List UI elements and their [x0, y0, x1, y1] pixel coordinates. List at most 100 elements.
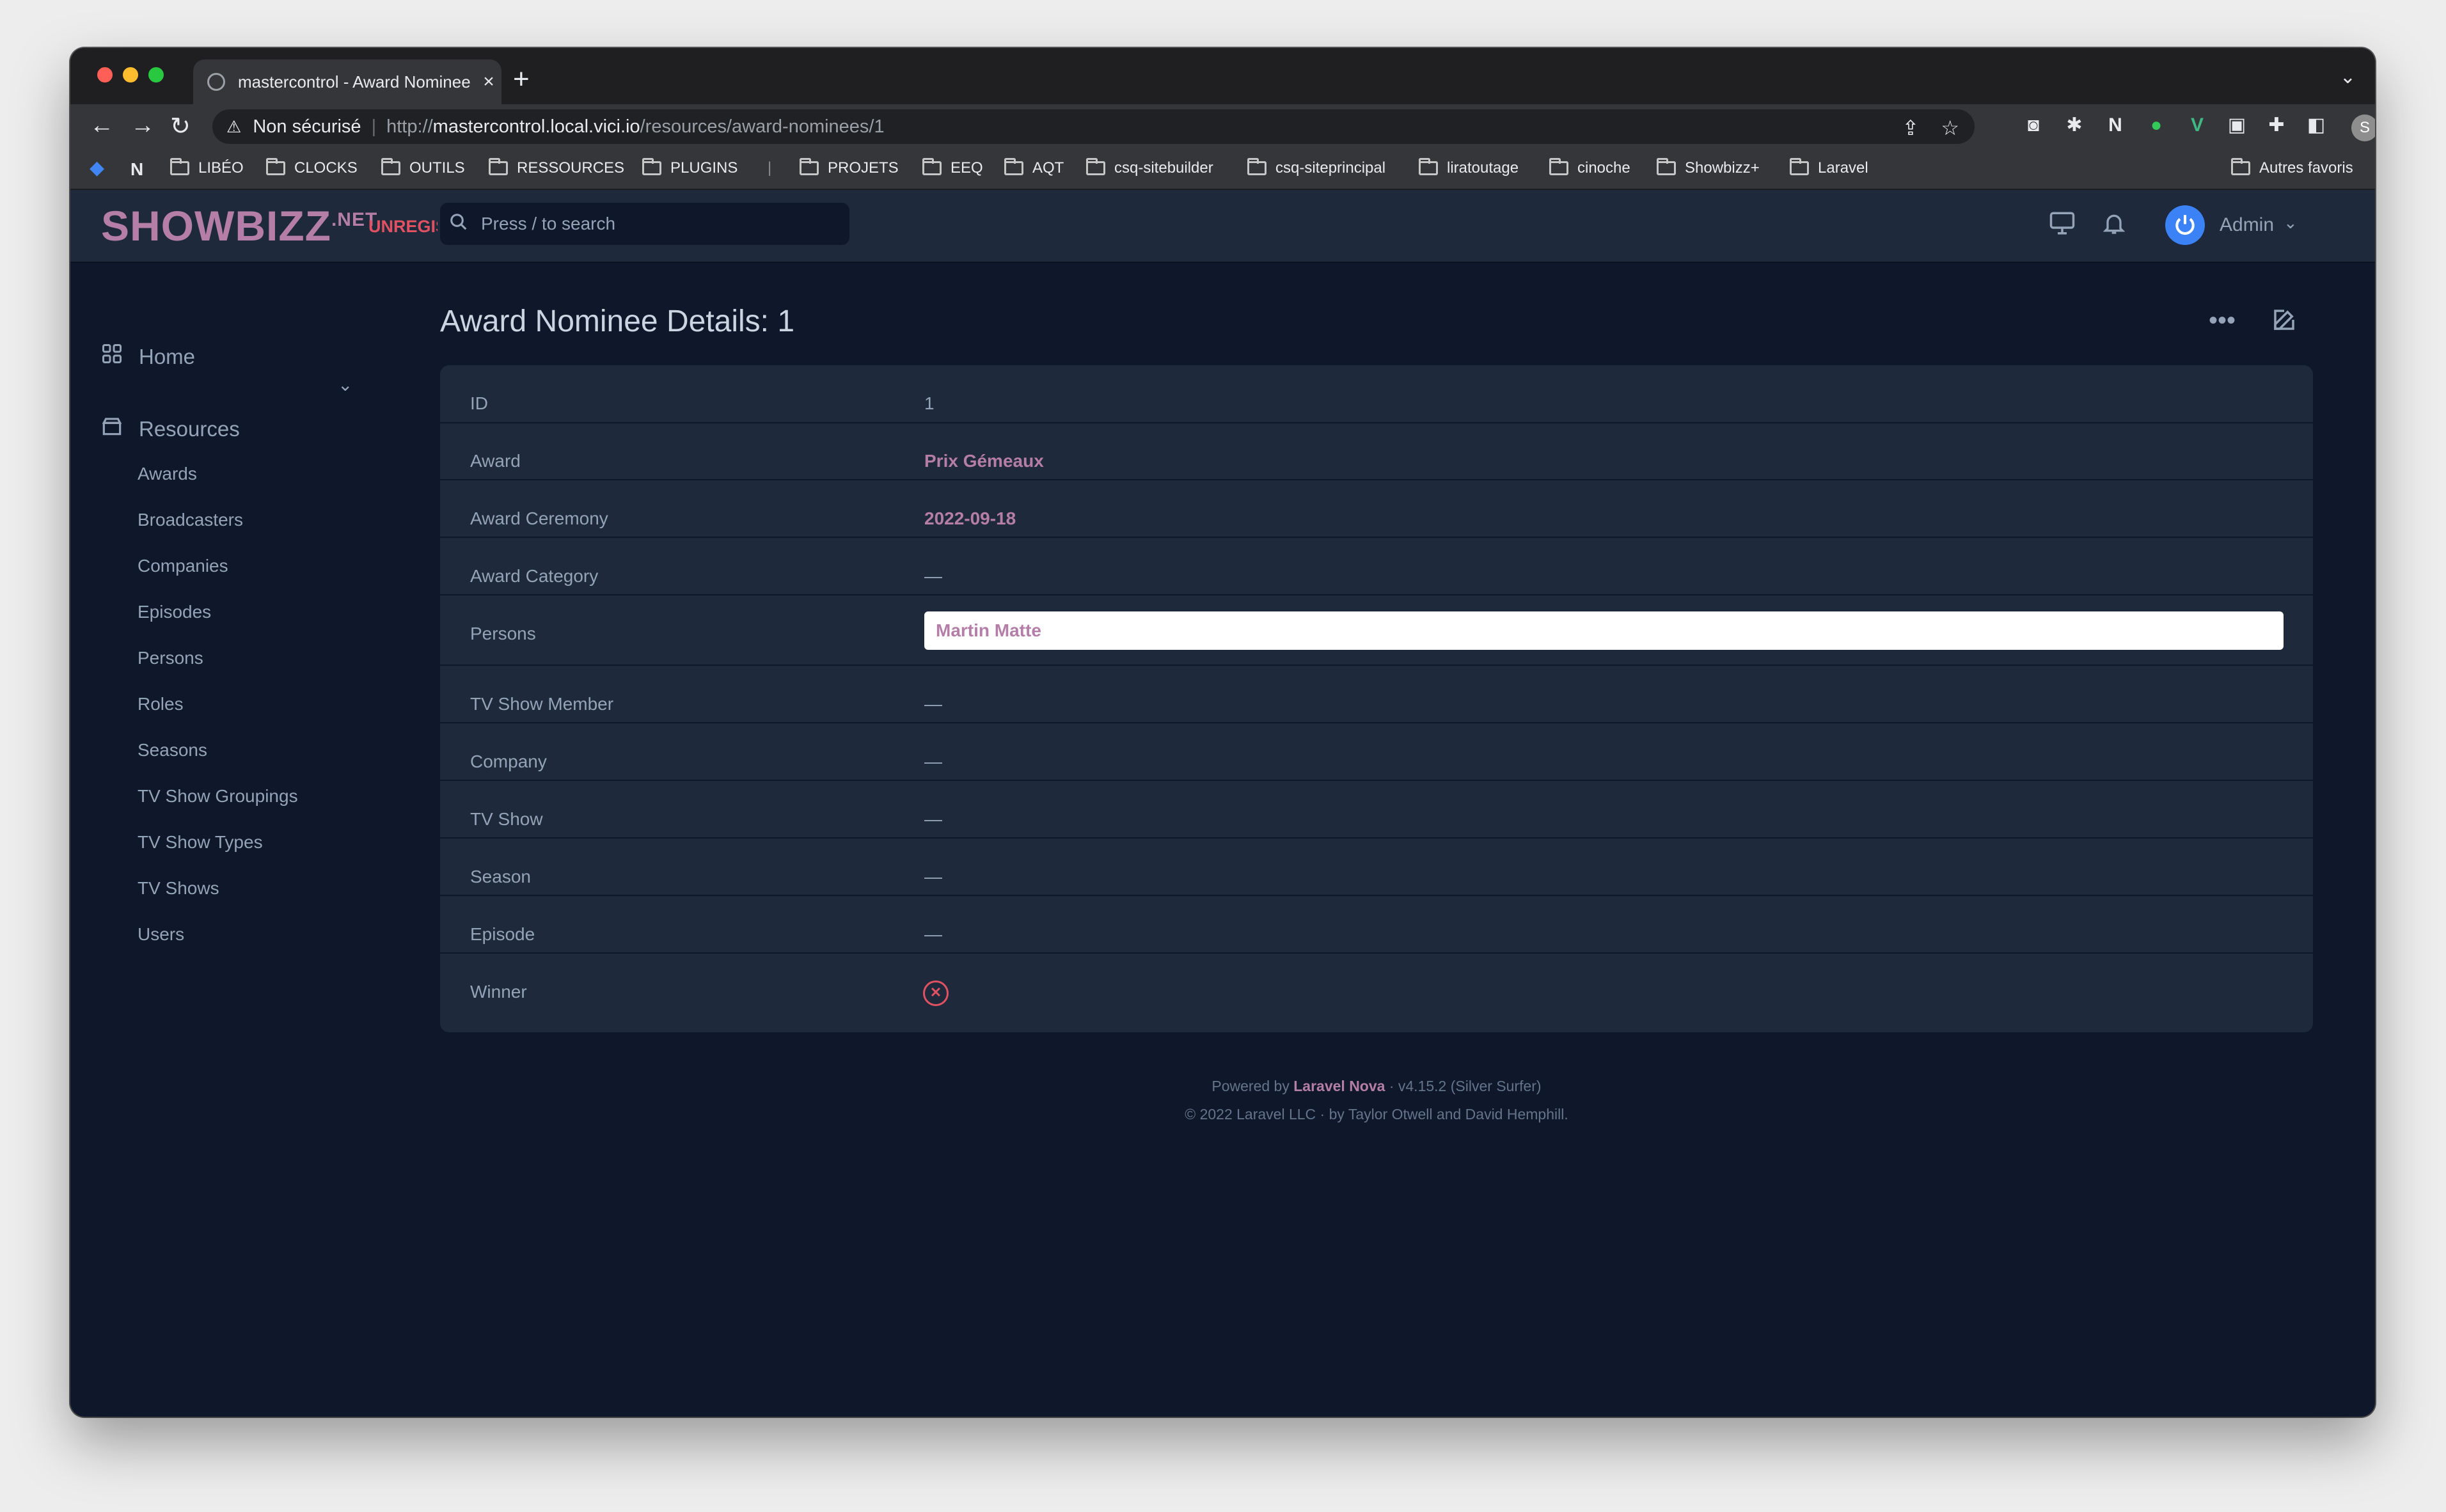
- sidebar: Home Resources ⌄ Awards Broadcasters Com…: [70, 263, 429, 1417]
- field-value: —: [924, 694, 942, 714]
- new-tab-button[interactable]: +: [513, 63, 530, 95]
- bookmark-ressources[interactable]: RESSOURCES: [489, 158, 625, 177]
- footer-powered-by: Powered by Laravel Nova · v4.15.2 (Silve…: [440, 1078, 2313, 1095]
- vue-extension-icon[interactable]: V: [2185, 113, 2209, 138]
- notion-extension-icon[interactable]: N: [2103, 113, 2127, 138]
- omnibox-actions: ⇪ ☆: [1902, 116, 1960, 140]
- chevron-down-icon[interactable]: ⌄: [338, 374, 352, 395]
- award-ceremony-link[interactable]: 2022-09-18: [924, 508, 1016, 529]
- folder-icon: [2231, 158, 2250, 175]
- minimize-window-button[interactable]: [123, 67, 138, 83]
- unregistered-badge: UNREGISTERED: [368, 217, 438, 236]
- notion-bookmark-icon[interactable]: N: [130, 159, 143, 180]
- award-link[interactable]: Prix Gémeaux: [924, 451, 1044, 471]
- bookmark-label: EEQ: [951, 159, 983, 177]
- url-scheme: http://: [386, 116, 433, 137]
- field-value: —: [924, 566, 942, 586]
- logo-text: SHOWBIZZ: [101, 202, 331, 249]
- side-panel-icon[interactable]: ◧: [2304, 113, 2328, 138]
- bookmark-label: RESSOURCES: [517, 159, 625, 177]
- bookmark-csq-siteprincipal[interactable]: csq-siteprincipal: [1247, 158, 1385, 177]
- field-label: Winner: [470, 982, 527, 1002]
- laravel-nova-link[interactable]: Laravel Nova: [1293, 1078, 1385, 1094]
- sidebar-item-tv-shows[interactable]: TV Shows: [138, 878, 219, 899]
- folder-icon: [381, 158, 400, 175]
- more-actions-icon[interactable]: •••: [2209, 306, 2236, 335]
- close-tab-icon[interactable]: ×: [476, 71, 501, 93]
- camera-extension-icon[interactable]: ◙: [2021, 113, 2046, 138]
- global-search[interactable]: Press / to search: [440, 203, 849, 245]
- green-extension-icon[interactable]: ●: [2144, 113, 2168, 138]
- sidebar-item-companies[interactable]: Companies: [138, 556, 228, 576]
- forward-icon[interactable]: →: [130, 112, 155, 139]
- field-value: 1: [924, 393, 935, 413]
- profile-avatar[interactable]: S: [2351, 114, 2375, 141]
- blue-diamond-bookmark-icon[interactable]: ◆: [90, 157, 104, 179]
- sidebar-item-awards[interactable]: Awards: [138, 464, 197, 484]
- window-extension-icon[interactable]: ▣: [2225, 113, 2249, 138]
- sidebar-item-tv-show-groupings[interactable]: TV Show Groupings: [138, 786, 298, 807]
- detail-row-tv-show-member: TV Show Member —: [440, 666, 2313, 723]
- browser-tab[interactable]: mastercontrol - Award Nominee Details: 1…: [193, 59, 501, 104]
- gear-extension-icon[interactable]: ✱: [2062, 113, 2087, 138]
- bookmark-label: Laravel: [1818, 159, 1868, 177]
- sidebar-item-tv-show-types[interactable]: TV Show Types: [138, 832, 263, 853]
- bookmark-cinoche[interactable]: cinoche: [1549, 158, 1630, 177]
- sidebar-item-episodes[interactable]: Episodes: [138, 602, 211, 622]
- bookmark-outils[interactable]: OUTILS: [381, 158, 465, 177]
- bookmark-other-favorites[interactable]: Autres favoris: [2231, 158, 2353, 177]
- sidebar-item-label: Home: [139, 344, 196, 368]
- bookmark-label: Autres favoris: [2259, 159, 2353, 177]
- bookmark-aqt[interactable]: AQT: [1004, 158, 1064, 177]
- folder-icon: [922, 158, 942, 175]
- back-icon[interactable]: ←: [90, 112, 114, 139]
- bookmark-eeq[interactable]: EEQ: [922, 158, 983, 177]
- bookmark-star-icon[interactable]: ☆: [1941, 116, 1959, 140]
- address-bar[interactable]: ⚠ Non sécurisé | http:// mastercontrol.l…: [212, 109, 1975, 144]
- folder-icon: [1086, 158, 1105, 175]
- app-logo[interactable]: SHOWBIZZ.NET: [101, 201, 377, 250]
- chevron-down-icon[interactable]: ⌄: [2284, 213, 2298, 233]
- close-window-button[interactable]: [97, 67, 113, 83]
- bookmark-projets[interactable]: PROJETS: [800, 158, 899, 177]
- reload-icon[interactable]: ↻: [170, 112, 191, 141]
- sidebar-item-roles[interactable]: Roles: [138, 694, 184, 714]
- bookmark-separator: |: [768, 159, 772, 177]
- sidebar-item-home[interactable]: Home: [99, 342, 195, 371]
- field-label: Season: [470, 867, 531, 886]
- sidebar-item-persons[interactable]: Persons: [138, 648, 203, 668]
- sidebar-item-broadcasters[interactable]: Broadcasters: [138, 510, 243, 530]
- bookmark-liratoutage[interactable]: liratoutage: [1419, 158, 1519, 177]
- person-link[interactable]: Martin Matte: [936, 620, 1041, 640]
- bookmark-laravel[interactable]: Laravel: [1790, 158, 1868, 177]
- share-icon[interactable]: ⇪: [1902, 116, 1920, 140]
- sidebar-group-resources[interactable]: Resources: [99, 414, 240, 444]
- footer-copyright: © 2022 Laravel LLC · by Taylor Otwell an…: [1185, 1106, 1568, 1122]
- puzzle-extensions-icon[interactable]: ✚: [2264, 113, 2289, 138]
- power-avatar-icon[interactable]: [2165, 205, 2205, 245]
- field-label: Award Ceremony: [470, 508, 608, 528]
- sidebar-item-seasons[interactable]: Seasons: [138, 740, 207, 760]
- zoom-window-button[interactable]: [148, 67, 164, 83]
- bookmark-csq-sitebuilder[interactable]: csq-sitebuilder: [1086, 158, 1213, 177]
- detail-row-episode: Episode —: [440, 896, 2313, 954]
- url-host: mastercontrol.local.vici.io: [432, 116, 640, 137]
- bell-icon[interactable]: [2101, 210, 2127, 242]
- search-placeholder: Press / to search: [481, 214, 616, 233]
- detail-row-season: Season —: [440, 839, 2313, 896]
- monitor-icon[interactable]: [2049, 210, 2076, 242]
- tab-search-chevron-icon[interactable]: ⌄: [2340, 66, 2356, 88]
- bookmark-showbizz-plus[interactable]: Showbizz+: [1657, 158, 1760, 177]
- bookmark-libeo[interactable]: LIBÉO: [170, 158, 244, 177]
- user-menu-label[interactable]: Admin: [2220, 214, 2274, 236]
- bookmark-label: liratoutage: [1447, 159, 1519, 177]
- edit-icon[interactable]: [2271, 306, 2298, 340]
- detail-row-company: Company —: [440, 723, 2313, 781]
- page-title: Award Nominee Details: 1: [440, 304, 795, 338]
- detail-card: ID 1 Award Prix Gémeaux Award Ceremony 2…: [440, 365, 2313, 1032]
- field-label: Episode: [470, 924, 535, 944]
- field-label: TV Show Member: [470, 694, 614, 714]
- sidebar-item-users[interactable]: Users: [138, 924, 184, 945]
- bookmark-plugins[interactable]: PLUGINS: [642, 158, 738, 177]
- bookmark-clocks[interactable]: CLOCKS: [266, 158, 358, 177]
